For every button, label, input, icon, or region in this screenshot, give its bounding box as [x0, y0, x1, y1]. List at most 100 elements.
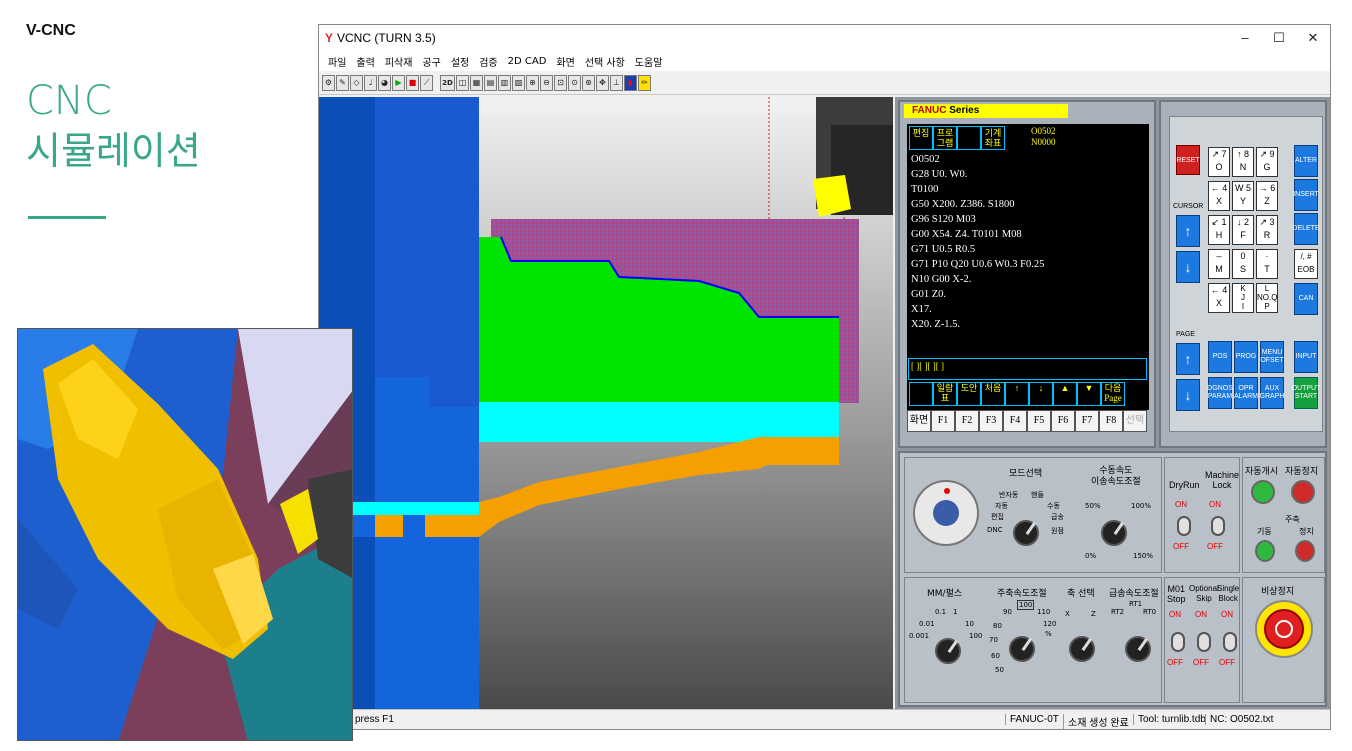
reset-button[interactable]: RESET [1176, 145, 1200, 175]
spindle-speed-knob[interactable] [1009, 636, 1035, 662]
menu-print[interactable]: 출력 [351, 54, 379, 69]
view-iso3-icon[interactable]: ▥ [498, 74, 511, 91]
mode-select-knob[interactable] [1013, 520, 1039, 546]
key-2-f[interactable]: ↓ 2 F [1232, 215, 1254, 245]
key-0-s[interactable]: 0 S [1232, 249, 1254, 279]
color-icon[interactable]: ▮ [624, 74, 637, 91]
page-down-button[interactable]: ↓ [1176, 379, 1200, 411]
pen-icon[interactable]: ✏ [638, 74, 651, 91]
can-button[interactable]: CAN [1294, 283, 1318, 315]
crt-tab-program[interactable]: 프로그램 [933, 126, 957, 150]
fkey-f3[interactable]: F3 [979, 410, 1003, 432]
maximize-button[interactable]: ☐ [1262, 30, 1296, 46]
axis-select-knob[interactable] [1069, 636, 1095, 662]
menu-tool[interactable]: 공구 [417, 54, 445, 69]
stop-icon[interactable]: ■ [406, 74, 419, 91]
zoom-prev-icon[interactable]: ⊛ [582, 74, 595, 91]
output-start-button[interactable]: OUTPUT START [1292, 377, 1320, 409]
close-button[interactable]: ✕ [1296, 30, 1330, 46]
menu-file[interactable]: 파일 [323, 54, 351, 69]
fkey-f2[interactable]: F2 [955, 410, 979, 432]
open-icon[interactable]: ✎ [336, 74, 349, 91]
fkey-f5[interactable]: F5 [1027, 410, 1051, 432]
menu-2d-cad[interactable]: 2D CAD [503, 56, 552, 67]
key-1-h[interactable]: ↙ 1 H [1208, 215, 1230, 245]
crt-tab-blank[interactable] [957, 126, 981, 150]
fkey-f1[interactable]: F1 [931, 410, 955, 432]
auto-start-button[interactable] [1251, 480, 1275, 504]
fkey-f8[interactable]: F8 [1099, 410, 1123, 432]
view-iso4-icon[interactable]: ▧ [512, 74, 525, 91]
machine-lock-toggle[interactable] [1211, 516, 1225, 536]
key-l-noq-p[interactable]: L NO.Q P [1256, 283, 1278, 313]
jog-speed-knob[interactable] [1101, 520, 1127, 546]
zoom-in-icon[interactable]: ⊕ [526, 74, 539, 91]
fkey-screen[interactable]: 화면 [907, 410, 931, 432]
key-4-x-alt[interactable]: ← 4 X [1208, 283, 1230, 313]
view-iso2-icon[interactable]: ▤ [484, 74, 497, 91]
menu-workpiece[interactable]: 피삭재 [380, 54, 418, 69]
minimize-button[interactable]: – [1228, 30, 1262, 46]
page-up-button[interactable]: ↑ [1176, 343, 1200, 375]
spindle-stop-button[interactable] [1295, 540, 1315, 562]
zoom-out-icon[interactable]: ⊖ [540, 74, 553, 91]
emergency-stop-button[interactable] [1255, 600, 1313, 658]
cursor-up-button[interactable]: ↑ [1176, 215, 1200, 247]
spindle-start-button[interactable] [1255, 540, 1275, 562]
handwheel[interactable] [913, 480, 979, 546]
opr-alarm-button[interactable]: OPR ALARM [1234, 377, 1258, 409]
crt-tab-edit[interactable]: 편집 [909, 126, 933, 150]
key-k-j-i[interactable]: K J I [1232, 283, 1254, 313]
cursor-down-button[interactable]: ↓ [1176, 251, 1200, 283]
menu-offset-button[interactable]: MENU OFSET [1260, 341, 1284, 373]
key-7-o[interactable]: ↗ 7 O [1208, 147, 1230, 177]
menu-settings[interactable]: 설정 [446, 54, 474, 69]
eraser-icon[interactable]: ◇ [350, 74, 363, 91]
fkey-f6[interactable]: F6 [1051, 410, 1075, 432]
zoom-all-icon[interactable]: ⊙ [568, 74, 581, 91]
optional-skip-toggle[interactable] [1197, 632, 1211, 652]
pos-button[interactable]: POS [1208, 341, 1232, 373]
menu-options[interactable]: 선택 사항 [580, 54, 630, 69]
key-dot-t[interactable]: · T [1256, 249, 1278, 279]
play-icon[interactable]: ▶ [392, 74, 405, 91]
rapid-speed-knob[interactable] [1125, 636, 1151, 662]
single-block-toggle[interactable] [1223, 632, 1237, 652]
delete-button[interactable]: DELETE [1292, 213, 1320, 245]
mm-pulse-knob[interactable] [935, 638, 961, 664]
key-4-x[interactable]: ← 4 X [1208, 181, 1230, 211]
fkey-select[interactable]: 선택 [1123, 410, 1147, 432]
fkey-f4[interactable]: F4 [1003, 410, 1027, 432]
measure-icon[interactable]: ⟋ [420, 74, 433, 91]
key-minus-m[interactable]: – M [1208, 249, 1230, 279]
tool-icon[interactable]: ♩ [364, 74, 377, 91]
aux-graph-button[interactable]: AUX GRAPH [1260, 377, 1284, 409]
prog-button[interactable]: PROG [1234, 341, 1258, 373]
eob-button[interactable]: /, # EOB [1294, 249, 1318, 279]
alter-button[interactable]: ALTER [1294, 145, 1318, 177]
view-iso1-icon[interactable]: ▦ [470, 74, 483, 91]
fkey-f7[interactable]: F7 [1075, 410, 1099, 432]
m01-stop-toggle[interactable] [1171, 632, 1185, 652]
key-8-n[interactable]: ↑ 8 N [1232, 147, 1254, 177]
crt-tab-machine-coords[interactable]: 기계좌표 [981, 126, 1005, 150]
key-5-y[interactable]: W 5 Y [1232, 181, 1254, 211]
menu-verify[interactable]: 검증 [474, 54, 502, 69]
input-button[interactable]: INPUT [1294, 341, 1318, 373]
pan-icon[interactable]: ✥ [596, 74, 609, 91]
view-2d-button[interactable]: 2D [440, 74, 455, 91]
single-step-icon[interactable]: ◕ [378, 74, 391, 91]
simulation-viewport[interactable] [319, 97, 893, 709]
dryrun-toggle[interactable] [1177, 516, 1191, 536]
nc-program-listing[interactable]: O0502 G28 U0. W0. T0100 G50 X200. Z386. S18… [911, 152, 1044, 332]
key-9-g[interactable]: ↗ 9 G [1256, 147, 1278, 177]
insert-button[interactable]: INSERT [1293, 179, 1319, 211]
axis-icon[interactable]: ⊥ [610, 74, 623, 91]
dgnos-param-button[interactable]: DGNOS PARAM [1207, 377, 1233, 409]
menu-view[interactable]: 화면 [551, 54, 579, 69]
auto-stop-button[interactable] [1291, 480, 1315, 504]
menu-help[interactable]: 도움말 [630, 54, 668, 69]
new-icon[interactable]: ⚙ [322, 74, 335, 91]
zoom-window-icon[interactable]: ⊡ [554, 74, 567, 91]
key-3-r[interactable]: ↗ 3 R [1256, 215, 1278, 245]
